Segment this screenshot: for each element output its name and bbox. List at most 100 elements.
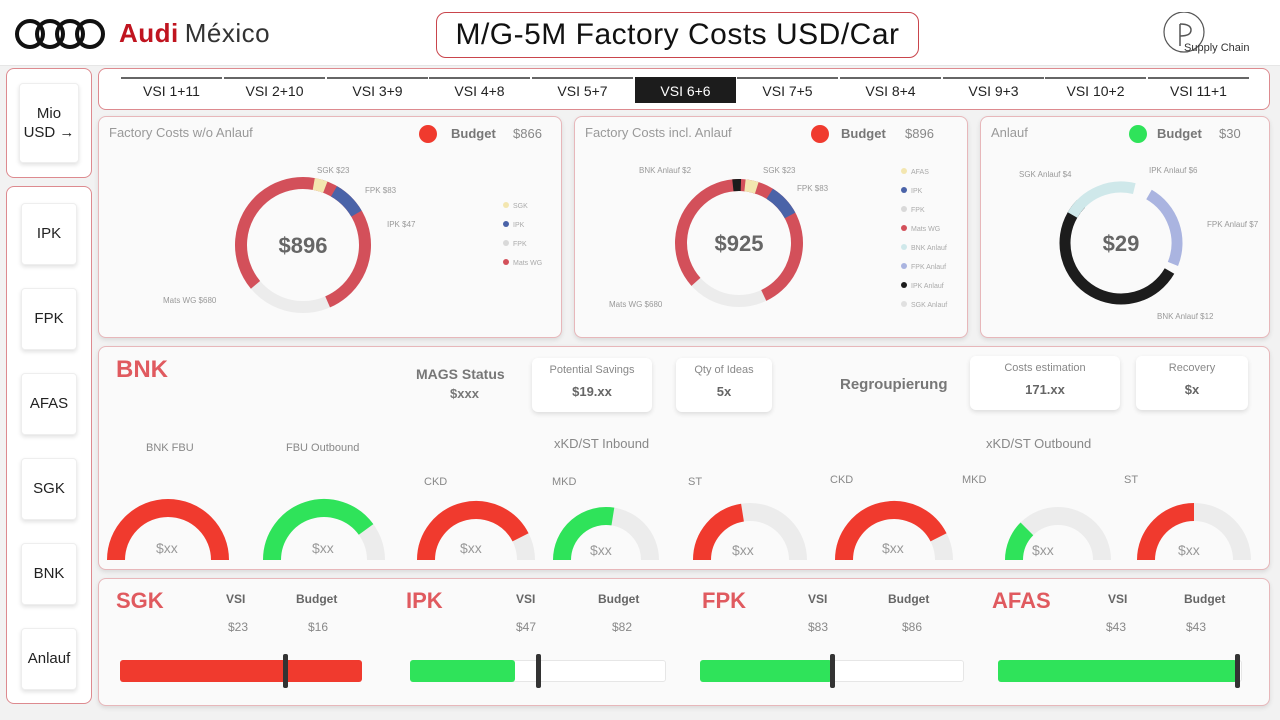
tab-vsi-6-6[interactable]: VSI 6+6 (635, 77, 736, 103)
gauge-label: ST (1124, 474, 1139, 486)
slice-label: SGK Anlauf $4 (1019, 170, 1072, 179)
slice-label: BNK Anlauf $12 (1157, 312, 1214, 321)
legend-swatch (503, 221, 509, 227)
card-value: 171.xx (1025, 382, 1065, 397)
budget-value: $896 (905, 126, 934, 141)
kpi-title-ipk: IPK (406, 588, 443, 613)
factory-costs-incl-panel: Factory Costs incl. Anlauf Budget $896 $… (574, 116, 968, 338)
status-dot-red (419, 125, 437, 143)
category-nav: IPK FPK AFAS SGK BNK Anlauf (6, 186, 92, 704)
legend-swatch (901, 282, 907, 288)
kpi-budget-value: $16 (308, 620, 329, 634)
legend-label: IPK (513, 222, 525, 229)
nav-anlauf-button[interactable]: Anlauf (21, 628, 77, 690)
bullet-fill (998, 660, 1237, 682)
budget-label: Budget (451, 126, 496, 141)
legend-swatch (901, 206, 907, 212)
slice-label: IPK $47 (387, 220, 416, 229)
brand-name: Audi México (119, 18, 270, 49)
budget-value: $866 (513, 126, 542, 141)
tab-vsi-4-8[interactable]: VSI 4+8 (429, 77, 530, 103)
legend-item: FPK Anlauf (901, 258, 947, 277)
legend-item: SGK Anlauf (901, 296, 947, 315)
nav-afas-button[interactable]: AFAS (21, 373, 77, 435)
nav-bnk-button[interactable]: BNK (21, 543, 77, 605)
tab-vsi-9-3[interactable]: VSI 9+3 (943, 77, 1044, 103)
tab-vsi-5-7[interactable]: VSI 5+7 (532, 77, 633, 103)
brand-audi: Audi (119, 18, 179, 48)
kpi-vsi-value: $23 (228, 620, 249, 634)
slice-label: SGK $23 (317, 166, 350, 175)
budget-value: $30 (1219, 126, 1241, 141)
slice-label: IPK Anlauf $6 (1149, 166, 1198, 175)
legend-swatch (901, 225, 907, 231)
legend-item: IPK Anlauf (901, 277, 947, 296)
gauge-value: $xx (460, 540, 482, 556)
nav-fpk-button[interactable]: FPK (21, 288, 77, 350)
potential-savings-card: Potential Savings $19.xx (532, 358, 652, 412)
legend-item: Mats WG (901, 220, 947, 239)
tab-vsi-7-5[interactable]: VSI 7+5 (737, 77, 838, 103)
tab-vsi-1-11[interactable]: VSI 1+11 (121, 77, 222, 103)
legend-item: AFAS (901, 163, 947, 182)
brand-location: México (184, 18, 271, 48)
anlauf-panel: Anlauf Budget $30 $29 SGK Anlauf $4 IPK … (980, 116, 1270, 338)
gauge-value: $xx (1032, 542, 1054, 558)
tab-vsi-11-1[interactable]: VSI 11+1 (1148, 77, 1249, 103)
gauge-value: $xx (590, 542, 612, 558)
legend-swatch (503, 202, 509, 208)
tab-vsi-8-4[interactable]: VSI 8+4 (840, 77, 941, 103)
kpi-vsi-label: VSI (808, 592, 828, 606)
legend-swatch (901, 263, 907, 269)
gauge-label: BNK FBU (146, 442, 194, 454)
card-value: 5x (716, 384, 732, 399)
bullet-budget-marker (830, 654, 835, 688)
status-dot-red (811, 125, 829, 143)
legend-label: SGK Anlauf (911, 302, 948, 309)
legend-label: FPK Anlauf (911, 264, 947, 271)
tab-vsi-10-2[interactable]: VSI 10+2 (1045, 77, 1146, 103)
supply-chain-label: Supply Chain (1184, 42, 1250, 54)
legend-item: IPK (503, 216, 542, 235)
kpi-title-sgk: SGK (116, 588, 164, 613)
gauge-label: ST (688, 476, 703, 488)
donut-center-value: $925 (715, 231, 764, 256)
donut-chart-wo: $896 SGK $23 FPK $83 IPK $47 Mats WG $68… (163, 166, 416, 313)
slice-label: Mats WG $680 (163, 296, 217, 305)
legend-swatch (901, 301, 907, 307)
factory-costs-incl-title: Factory Costs incl. Anlauf (585, 125, 732, 140)
kpi-vsi-label: VSI (516, 592, 536, 606)
factory-costs-wo-panel: Factory Costs w/o Anlauf Budget $866 $89… (98, 116, 562, 338)
legend-label: BNK Anlauf (911, 245, 947, 252)
unit-toggle-button[interactable]: Mio USD → (19, 83, 79, 163)
bullet-fill (410, 660, 515, 682)
slice-label: Mats WG $680 (609, 300, 663, 309)
card-label: Recovery (1168, 362, 1216, 374)
card-value: $x (1184, 382, 1200, 397)
tab-vsi-2-10[interactable]: VSI 2+10 (224, 77, 325, 103)
slice-label: SGK $23 (763, 166, 796, 175)
nav-sgk-button[interactable]: SGK (21, 458, 77, 520)
tab-vsi-3-9[interactable]: VSI 3+9 (327, 77, 428, 103)
legend-item: IPK (901, 182, 947, 201)
gauge-label: CKD (424, 476, 448, 488)
legend-item: FPK (503, 235, 542, 254)
qty-ideas-card: Qty of Ideas 5x (676, 358, 772, 412)
legend-item: FPK (901, 201, 947, 220)
gauge-value: $xx (156, 540, 178, 556)
card-label: Qty of Ideas (694, 364, 754, 376)
nav-ipk-button[interactable]: IPK (21, 203, 77, 265)
slice-label: FPK Anlauf $7 (1207, 220, 1259, 229)
regroupierung-label: Regroupierung (840, 376, 948, 393)
legend-label: SGK (513, 203, 528, 210)
legend-incl: AFAS IPK FPK Mats WG BNK Anlauf FPK Anla… (901, 163, 947, 315)
factory-costs-wo-title: Factory Costs w/o Anlauf (109, 125, 253, 140)
bullet-budget-marker (283, 654, 288, 688)
legend-item: Mats WG (503, 254, 542, 273)
gauge-label: MKD (962, 474, 987, 486)
slice-label: FPK $83 (365, 186, 397, 195)
kpi-vsi-value: $47 (516, 620, 537, 634)
legend-item: SGK (503, 197, 542, 216)
gauge-value: $xx (312, 540, 334, 556)
legend-label: FPK (911, 207, 925, 214)
